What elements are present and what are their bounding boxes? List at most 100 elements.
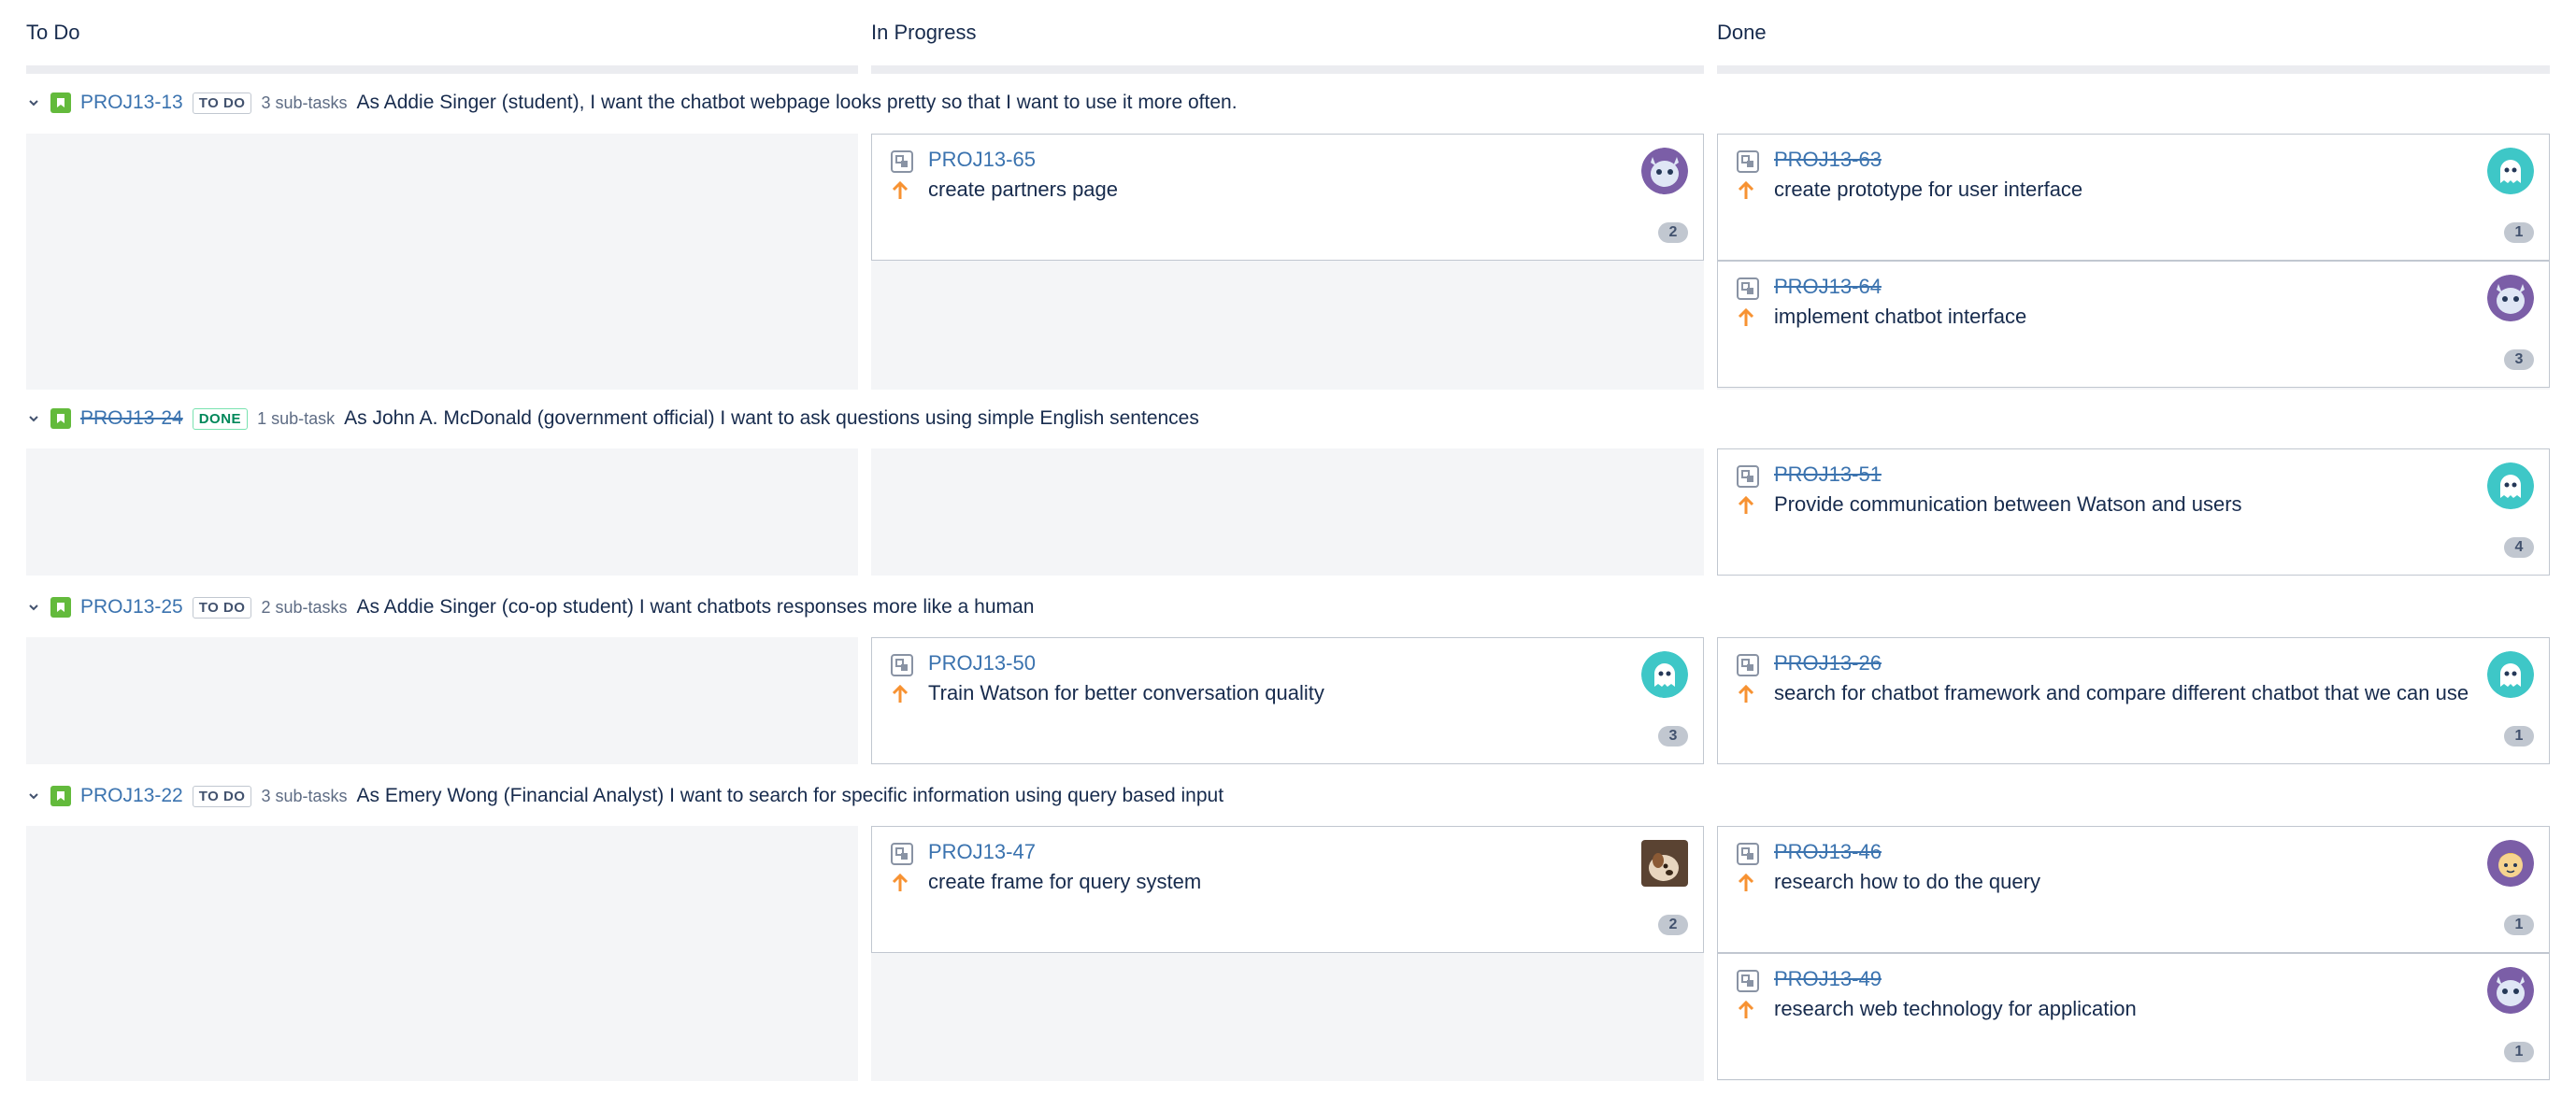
issue-card[interactable]: PROJ13-50 Train Watson for better conver… <box>871 637 1704 764</box>
teal-ghost-avatar[interactable] <box>2487 148 2534 194</box>
issue-summary: search for chatbot framework and compare… <box>1774 681 2469 704</box>
issue-key[interactable]: PROJ13-50 <box>928 651 1036 675</box>
column-bar-in-progress <box>871 65 1704 74</box>
issue-key[interactable]: PROJ13-65 <box>928 148 1036 172</box>
subtask-icon <box>891 843 913 870</box>
story-icon <box>50 786 71 806</box>
issue-summary: create partners page <box>928 178 1119 201</box>
issue-key[interactable]: PROJ13-63 <box>1774 148 1882 172</box>
subtask-estimate-badge: 3 <box>1658 726 1688 747</box>
teal-ghost-avatar[interactable] <box>2487 462 2534 509</box>
issue-card[interactable]: PROJ13-65 create partners page 2 <box>871 134 1704 261</box>
subtask-estimate-badge: 1 <box>2504 1042 2534 1062</box>
issue-key[interactable]: PROJ13-47 <box>928 840 1036 864</box>
subtask-estimate-badge: 2 <box>1658 222 1688 243</box>
chevron-down-icon[interactable] <box>26 95 41 110</box>
story-key[interactable]: PROJ13-25 <box>80 596 183 619</box>
subtask-icon <box>1737 465 1759 492</box>
swimlane-header[interactable]: PROJ13-24 DONE 1 sub-task As John A. McD… <box>26 400 1199 437</box>
swimlane-cell-todo <box>26 826 858 1081</box>
issue-summary: implement chatbot interface <box>1774 305 2027 328</box>
priority-major-icon <box>1738 873 1754 898</box>
issue-key[interactable]: PROJ13-49 <box>1774 967 1882 991</box>
purple-face-avatar[interactable] <box>2487 840 2534 887</box>
priority-major-icon <box>892 180 909 206</box>
column-header-done: Done <box>1717 21 1767 44</box>
issue-card[interactable]: PROJ13-64 implement chatbot interface 3 <box>1717 261 2550 388</box>
purple-owl-avatar[interactable] <box>1641 148 1688 194</box>
teal-ghost-avatar[interactable] <box>2487 651 2534 698</box>
story-summary: As Addie Singer (student), I want the ch… <box>356 92 1238 113</box>
subtask-icon <box>891 654 913 681</box>
subtask-count: 2 sub-tasks <box>261 597 348 617</box>
story-key[interactable]: PROJ13-13 <box>80 92 183 114</box>
issue-summary: create prototype for user interface <box>1774 178 2083 201</box>
subtask-count: 3 sub-tasks <box>261 786 348 805</box>
swimlane-header[interactable]: PROJ13-25 TO DO 2 sub-tasks As Addie Sin… <box>26 589 1034 626</box>
priority-major-icon <box>1738 1000 1754 1025</box>
status-lozenge: TO DO <box>192 596 252 619</box>
issue-card[interactable]: PROJ13-51 Provide communication between … <box>1717 448 2550 576</box>
column-header-in-progress: In Progress <box>871 21 977 44</box>
story-key[interactable]: PROJ13-24 <box>80 407 183 430</box>
subtask-estimate-badge: 1 <box>2504 222 2534 243</box>
subtask-icon <box>1737 843 1759 870</box>
column-header-todo: To Do <box>26 21 80 44</box>
issue-summary: create frame for query system <box>928 870 1202 893</box>
column-bar-done <box>1717 65 2550 74</box>
issue-card[interactable]: PROJ13-46 research how to do the query 1 <box>1717 826 2550 953</box>
swimlane-cell-todo <box>26 134 858 390</box>
priority-major-icon <box>1738 684 1754 709</box>
purple-owl-avatar[interactable] <box>2487 967 2534 1014</box>
status-lozenge: TO DO <box>192 92 252 114</box>
priority-major-icon <box>1738 495 1754 520</box>
swimlane-cell-todo <box>26 448 858 576</box>
swimlane-header[interactable]: PROJ13-22 TO DO 3 sub-tasks As Emery Won… <box>26 777 1224 815</box>
story-icon <box>50 92 71 113</box>
subtask-icon <box>1737 150 1759 178</box>
issue-key[interactable]: PROJ13-46 <box>1774 840 1882 864</box>
chevron-down-icon[interactable] <box>26 411 41 426</box>
issue-card[interactable]: PROJ13-47 create frame for query system … <box>871 826 1704 953</box>
priority-major-icon <box>1738 307 1754 333</box>
story-summary: As Addie Singer (co-op student) I want c… <box>356 596 1035 618</box>
teal-ghost-avatar[interactable] <box>1641 651 1688 698</box>
subtask-icon <box>1737 970 1759 997</box>
issue-key[interactable]: PROJ13-51 <box>1774 462 1882 487</box>
subtask-count: 1 sub-task <box>257 408 336 428</box>
column-bar-todo <box>26 65 858 74</box>
subtask-estimate-badge: 2 <box>1658 915 1688 935</box>
story-key[interactable]: PROJ13-22 <box>80 785 183 807</box>
subtask-estimate-badge: 3 <box>2504 349 2534 370</box>
issue-card[interactable]: PROJ13-63 create prototype for user inte… <box>1717 134 2550 261</box>
subtask-icon <box>891 150 913 178</box>
swimlane-header[interactable]: PROJ13-13 TO DO 3 sub-tasks As Addie Sin… <box>26 84 1238 121</box>
story-summary: As John A. McDonald (government official… <box>344 407 1199 429</box>
swimlane-cell-todo <box>26 637 858 764</box>
chevron-down-icon[interactable] <box>26 789 41 803</box>
subtask-icon <box>1737 654 1759 681</box>
issue-card[interactable]: PROJ13-49 research web technology for ap… <box>1717 953 2550 1080</box>
subtask-estimate-badge: 1 <box>2504 915 2534 935</box>
issue-summary: research how to do the query <box>1774 870 2040 893</box>
issue-key[interactable]: PROJ13-26 <box>1774 651 1882 675</box>
story-icon <box>50 408 71 429</box>
subtask-estimate-badge: 4 <box>2504 537 2534 558</box>
issue-summary: Provide communication between Watson and… <box>1774 492 2242 516</box>
photo-dog-avatar[interactable] <box>1641 840 1688 887</box>
priority-major-icon <box>1738 180 1754 206</box>
priority-major-icon <box>892 873 909 898</box>
issue-summary: Train Watson for better conversation qua… <box>928 681 1324 704</box>
subtask-count: 3 sub-tasks <box>261 92 348 112</box>
subtask-estimate-badge: 1 <box>2504 726 2534 747</box>
issue-card[interactable]: PROJ13-26 search for chatbot framework a… <box>1717 637 2550 764</box>
chevron-down-icon[interactable] <box>26 600 41 615</box>
status-lozenge: TO DO <box>192 785 252 807</box>
issue-key[interactable]: PROJ13-64 <box>1774 275 1882 299</box>
story-icon <box>50 597 71 618</box>
swimlane-cell-in-progress <box>871 448 1704 576</box>
story-summary: As Emery Wong (Financial Analyst) I want… <box>356 785 1224 806</box>
purple-owl-avatar[interactable] <box>2487 275 2534 321</box>
priority-major-icon <box>892 684 909 709</box>
issue-summary: research web technology for application <box>1774 997 2137 1020</box>
